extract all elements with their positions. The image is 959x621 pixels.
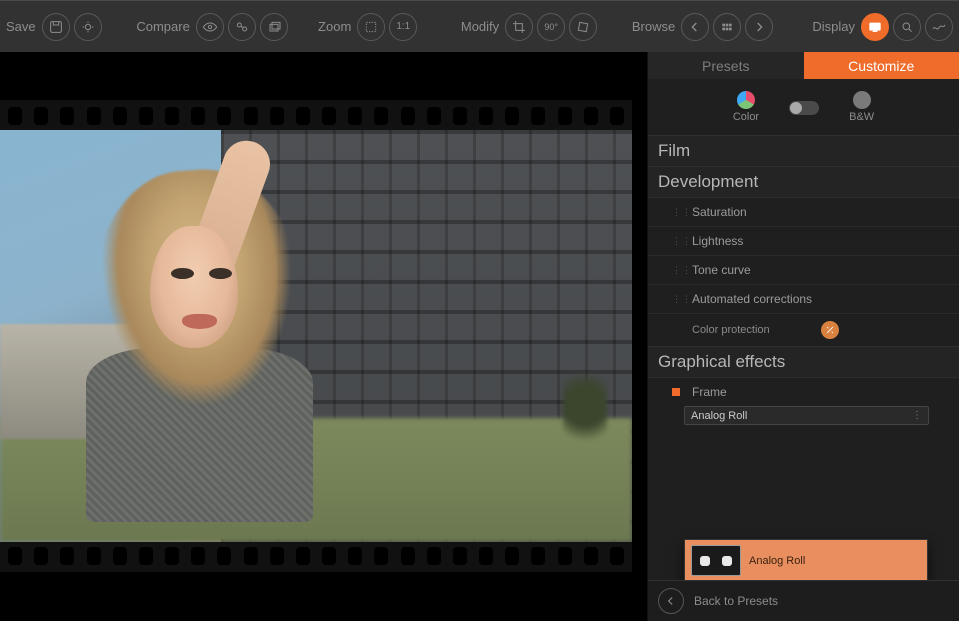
photo-content [0, 130, 632, 542]
rotate-button[interactable]: 90° [537, 13, 565, 41]
browse-prev-button[interactable] [681, 13, 709, 41]
browse-next-button[interactable] [745, 13, 773, 41]
mode-color-label: Color [733, 111, 759, 123]
zoom-group: Zoom 1:1 [318, 13, 417, 41]
section-development[interactable]: Development [648, 166, 959, 197]
back-label[interactable]: Back to Presets [694, 594, 778, 608]
panel-tabs: Presets Customize [648, 52, 959, 79]
compare-stack-button[interactable] [260, 13, 288, 41]
display-group: Display [812, 13, 953, 41]
drag-icon: ⋮⋮ [672, 296, 680, 302]
mode-bw-label: B&W [849, 111, 874, 123]
top-toolbar: Save Compare Zoom 1:1 Modify 90° Browse … [0, 0, 959, 52]
browse-group: Browse [632, 13, 773, 41]
color-bw-toggle[interactable] [789, 101, 819, 115]
main-area: Presets Customize Color B&W Film Develop… [0, 52, 959, 621]
save-label: Save [6, 19, 36, 34]
mode-row: Color B&W [648, 79, 959, 135]
frame-thumb-icon [691, 545, 741, 576]
right-panel: Presets Customize Color B&W Film Develop… [647, 52, 959, 621]
tab-presets[interactable]: Presets [648, 52, 804, 79]
modify-group: Modify 90° [461, 13, 597, 41]
frame-select[interactable]: Analog Roll [684, 406, 929, 425]
item-saturation[interactable]: ⋮⋮ Saturation [648, 197, 959, 226]
item-tonecurve[interactable]: ⋮⋮ Tone curve [648, 255, 959, 284]
item-lightness[interactable]: ⋮⋮ Lightness [648, 226, 959, 255]
display-single-button[interactable] [861, 13, 889, 41]
item-label: Frame [692, 385, 727, 399]
zoom-label: Zoom [318, 19, 351, 34]
compare-split-button[interactable] [228, 13, 256, 41]
item-frame[interactable]: Frame [648, 377, 959, 406]
mode-bw[interactable]: B&W [849, 91, 874, 123]
sections-scroll[interactable]: Film Development ⋮⋮ Saturation ⋮⋮ Lightn… [648, 135, 959, 580]
save-group: Save [6, 13, 102, 41]
item-label: Color protection [692, 324, 770, 336]
frame-select-value: Analog Roll [691, 410, 747, 422]
crop-button[interactable] [505, 13, 533, 41]
section-graphical[interactable]: Graphical effects [648, 346, 959, 377]
rgb-icon [737, 91, 755, 109]
sprockets-bottom [0, 544, 632, 568]
browse-label: Browse [632, 19, 675, 34]
modify-label: Modify [461, 19, 499, 34]
film-frame [0, 100, 632, 572]
display-detail-button[interactable] [893, 13, 921, 41]
compare-group: Compare [136, 13, 287, 41]
panel-footer: Back to Presets [648, 580, 959, 621]
mode-color[interactable]: Color [733, 91, 759, 123]
section-film[interactable]: Film [648, 135, 959, 166]
item-label: Tone curve [692, 263, 751, 277]
item-colorprotection[interactable]: Color protection [648, 313, 959, 346]
item-label: Saturation [692, 205, 747, 219]
compare-label: Compare [136, 19, 189, 34]
straighten-button[interactable] [569, 13, 597, 41]
zoom-fit-button[interactable] [357, 13, 385, 41]
frame-option-analog[interactable]: Analog Roll [685, 540, 927, 580]
frame-dropdown: Analog Roll Analog Flared Roll Analog Cl… [684, 539, 928, 580]
display-label: Display [812, 19, 855, 34]
compare-eye-button[interactable] [196, 13, 224, 41]
magic-wand-icon[interactable] [821, 321, 839, 339]
save-as-button[interactable] [74, 13, 102, 41]
frame-option-label: Analog Roll [749, 555, 805, 567]
bw-icon [853, 91, 871, 109]
display-grid-button[interactable] [925, 13, 953, 41]
drag-icon: ⋮⋮ [672, 209, 680, 215]
save-button[interactable] [42, 13, 70, 41]
item-label: Lightness [692, 234, 743, 248]
image-viewer[interactable] [0, 52, 647, 621]
browse-grid-button[interactable] [713, 13, 741, 41]
drag-icon: ⋮⋮ [672, 267, 680, 273]
back-button[interactable] [658, 588, 684, 614]
drag-icon: ⋮⋮ [672, 238, 680, 244]
sprockets-top [0, 104, 632, 128]
zoom-11-button[interactable]: 1:1 [389, 13, 417, 41]
item-label: Automated corrections [692, 292, 812, 306]
tab-customize[interactable]: Customize [804, 52, 959, 79]
active-indicator-icon [672, 388, 680, 396]
item-automated[interactable]: ⋮⋮ Automated corrections [648, 284, 959, 313]
